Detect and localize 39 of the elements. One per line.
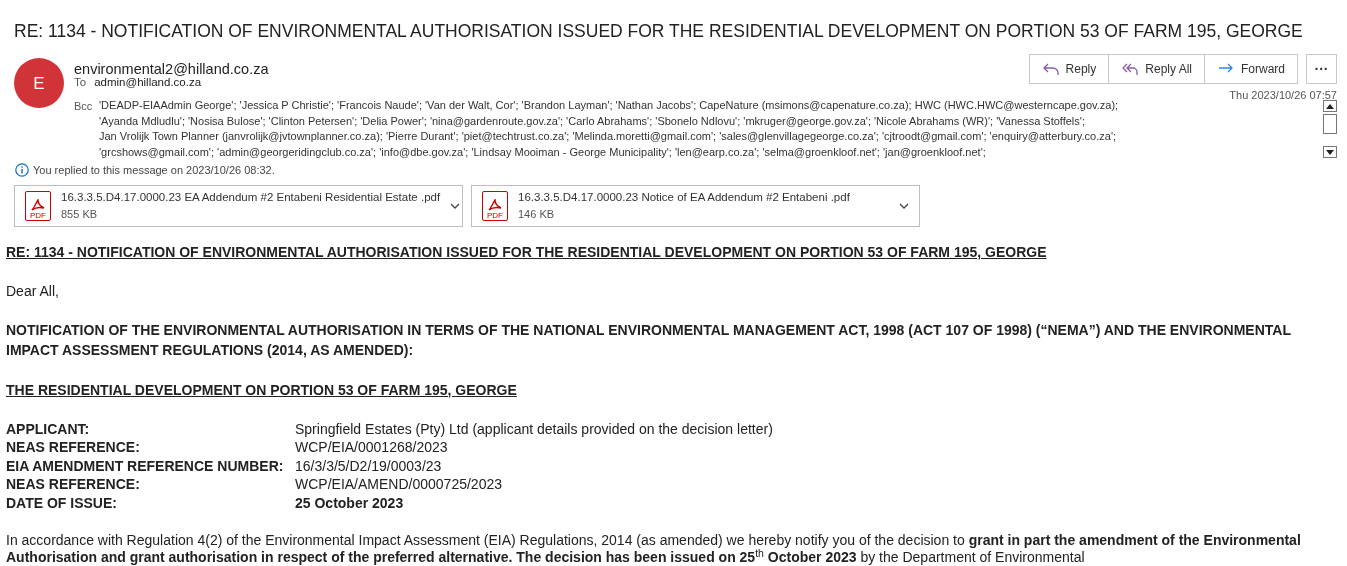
forward-button[interactable]: Forward: [1205, 54, 1298, 85]
bcc-label: Bcc: [74, 99, 94, 114]
reply-all-button[interactable]: Reply All: [1109, 54, 1205, 85]
detail-label: NEAS REFERENCE:: [6, 438, 141, 457]
detail-label: APPLICANT:: [6, 419, 91, 438]
attachment[interactable]: PDF 16.3.3.5.D4.17.0000.23 EA Addendum #2 Entabeni Residential Estate .pdf 855 KB: [14, 184, 463, 227]
body-paragraph: In accordance with Regulation 4(2) of the Environmental Impact Assessment (EIA) Regulations, 2014 (as amended) we hereby notify you of the decision to grant in part the amendment of the Environmental Authorisation and grant authorisation in respect of the preferred alternative. The decision has been issued on 25$^{th}$ October 2023 by the Department of Environmental: [6, 532, 1302, 566]
email-subject: RE: 1134 - NOTIFICATION OF ENVIRONMENTAL AUTHORISATION ISSUED FOR THE RESIDENTIAL DEVELOPMENT ON PORTION 53 OF FARM 195, GEORGE: [13, 20, 1304, 43]
detail-value: 16/3/3/5/D2/19/0003/23: [294, 456, 443, 475]
to-recipient: admin@hilland.co.za: [94, 75, 202, 90]
attachment[interactable]: PDF 16.3.3.5.D4.17.0000.23 Notice of EA Addendum #2 Entabeni .pdf 146 KB: [471, 184, 920, 227]
detail-label: NEAS REFERENCE:: [6, 475, 141, 494]
reply-button[interactable]: Reply: [1028, 54, 1110, 85]
reply-notice: You replied to this message on 2023/10/26 08:32.: [33, 163, 275, 178]
detail-value: WCP/EIA/AMEND/0000725/2023: [294, 475, 503, 494]
greeting: Dear All,: [6, 281, 60, 301]
attachment-size: 855 KB: [61, 206, 99, 222]
bcc-recipients: 'grcshows@gmail.com'; 'admin@georgeridingclub.co.za'; 'info@dbe.gov.za'; 'Lindsay Mooiman - George Municipality'; 'len@earp.co.za'; 'selma@groenkloof.net'; 'jan@groenkloof.net';: [99, 144, 987, 160]
detail-label: EIA AMENDMENT REFERENCE NUMBER:: [6, 456, 285, 475]
detail-value: 25 October 2023: [294, 493, 405, 512]
bcc-recipients: 'DEADP-EIAAdmin George'; 'Jessica P Christie'; 'Francois Naude'; 'Van der Walt, Cor'; 'Brandon Layman'; 'Nathan Jacobs'; CapeNature (msimons@capenature.co.za); HWC (HWC.HWC@westerncape.gov.za);: [99, 98, 1120, 113]
received-date: Thu 2023/10/26 07:57: [1229, 88, 1337, 104]
sender-address: environmental2@hilland.co.za: [74, 60, 269, 78]
subheading: THE RESIDENTIAL DEVELOPMENT ON PORTION 53 OF FARM 195, GEORGE: [6, 380, 518, 400]
bcc-recipients: Jan Vrolijk Town Planner (janvrolijk@jvtownplanner.co.za); 'Pierre Durant'; 'piet@techtrust.co.za'; 'Melinda.moretti@gmail.com'; 'sales@glenvillagegeorge.co.za'; 'cjtroodt@gmail.com'; 'enquiry@atterbury.co.za';: [99, 129, 1118, 144]
detail-label: DATE OF ISSUE:: [6, 493, 118, 512]
bcc-recipients: 'Ayanda Mdludlu'; 'Nosisa Bulose'; 'Clinton Petersen'; 'Delia Power'; 'nina@gardenroute.gov.za'; 'Carlo Abrahams'; 'Sbonelo Ndlovu'; 'mkruger@george.gov.za'; 'Nicole Abrahams (WR)'; 'Vanessa Stoffels';: [99, 113, 1086, 129]
pdf-icon: PDF: [482, 190, 508, 221]
more-button[interactable]: ···: [1306, 54, 1337, 85]
attachment-size: 146 KB: [518, 206, 556, 222]
sender-avatar: E: [14, 58, 64, 109]
attachment-name: 16.3.3.5.D4.17.0000.23 EA Addendum #2 Entabeni Residential Estate .pdf: [61, 189, 441, 205]
to-label: To: [74, 75, 87, 90]
pdf-icon: PDF: [25, 190, 51, 221]
attachment-name: 16.3.3.5.D4.17.0000.23 Notice of EA Addendum #2 Entabeni .pdf: [518, 189, 851, 205]
detail-value: Springfield Estates (Pty) Ltd (applicant details provided on the decision letter): [294, 419, 774, 438]
notification-heading: NOTIFICATION OF THE ENVIRONMENTAL AUTHORISATION IN TERMS OF THE NATIONAL ENVIRONMENTAL MANAGEMENT ACT, 1998 (ACT 107 OF 1998) (“NEMA”) AND THE ENVIRONMENTAL IMPACT ASSESSMENT REGULATIONS (2014, AS AMENDED):: [6, 320, 1292, 360]
detail-value: WCP/EIA/0001268/2023: [294, 438, 449, 457]
body-title: RE: 1134 - NOTIFICATION OF ENVIRONMENTAL AUTHORISATION ISSUED FOR THE RESIDENTIAL DEVELOPMENT ON PORTION 53 OF FARM 195, GEORGE: [6, 242, 1048, 262]
